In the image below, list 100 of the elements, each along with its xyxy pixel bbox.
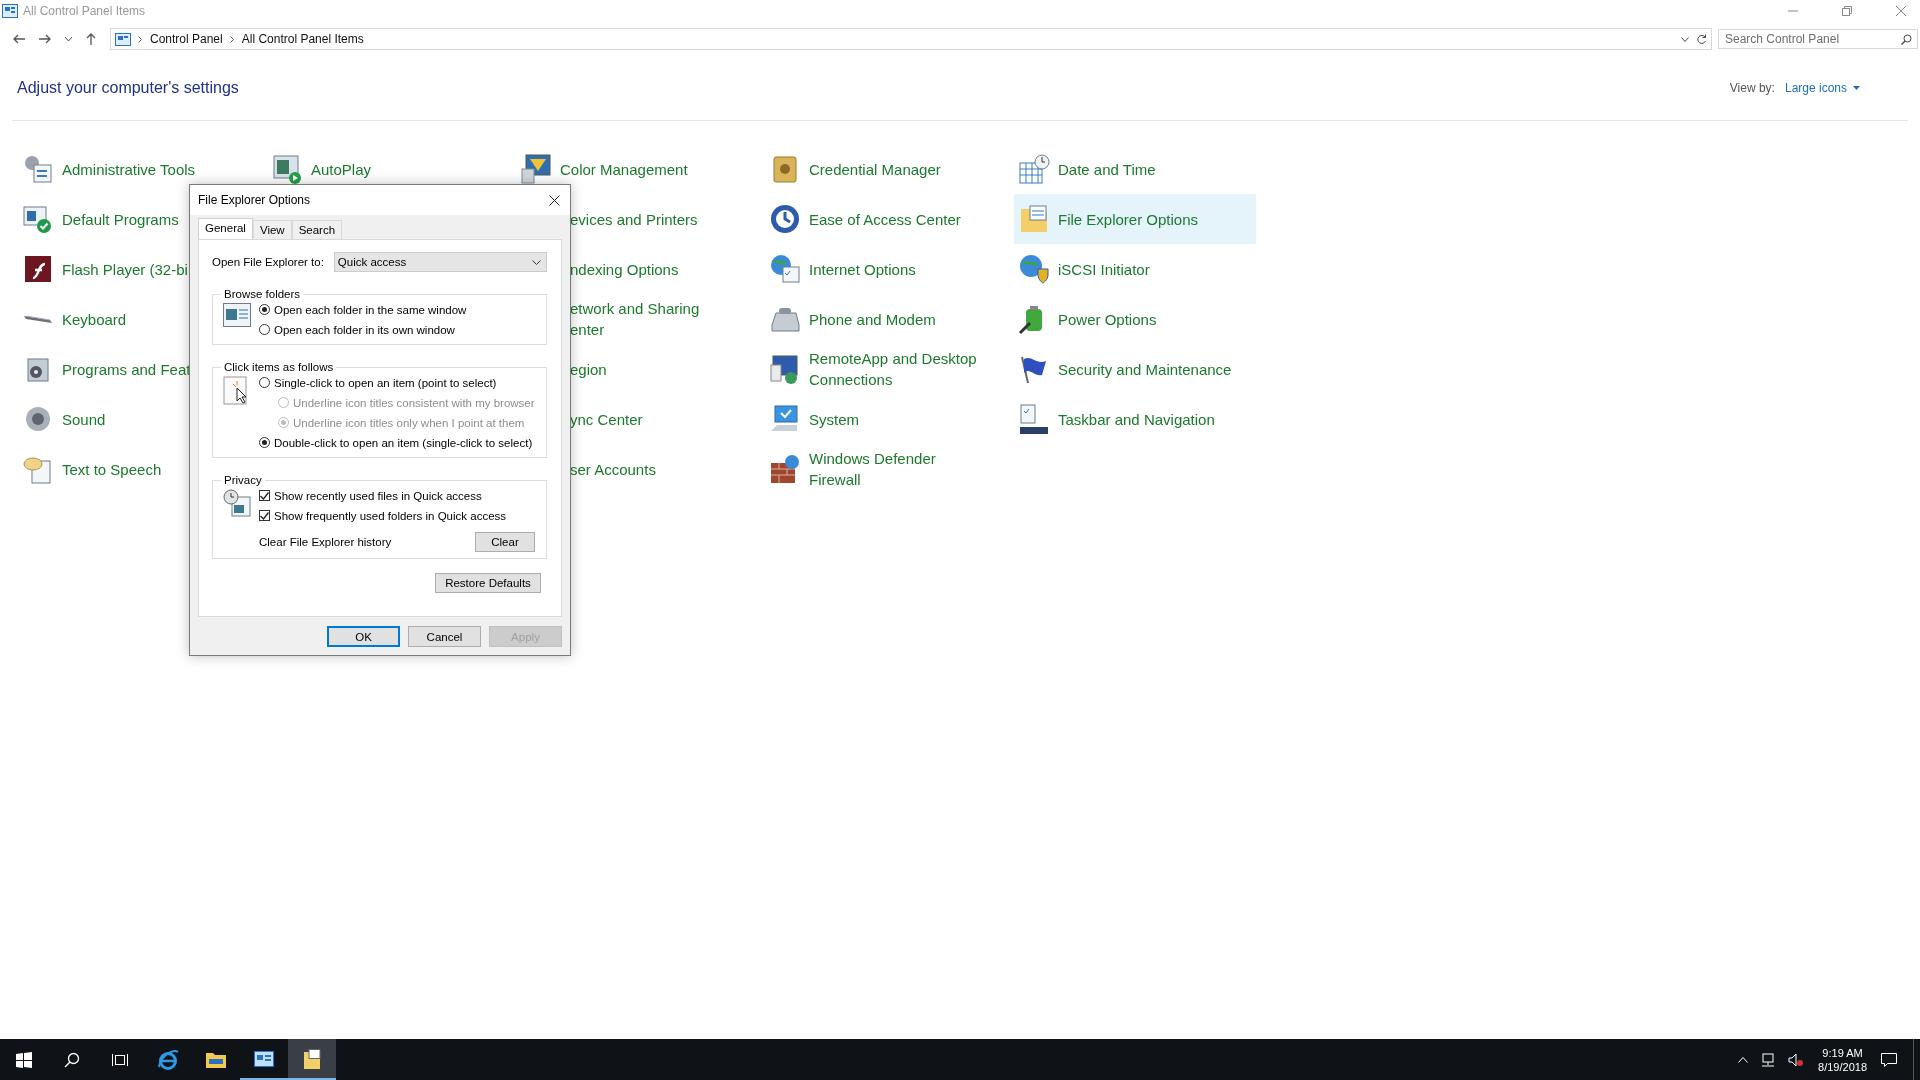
applet-link[interactable]: Default Programs bbox=[62, 208, 179, 230]
control-panel-icon bbox=[115, 32, 131, 46]
radio-option[interactable]: Open each folder in the same window bbox=[259, 301, 538, 318]
applet-item[interactable]: Administrative Tools bbox=[18, 144, 260, 194]
applet-item[interactable]: iSCSI Initiator bbox=[1014, 244, 1256, 294]
chevron-right-icon bbox=[138, 35, 143, 43]
applet-link[interactable]: Flash Player (32-bi bbox=[62, 258, 188, 280]
applet-link[interactable]: Color Management bbox=[560, 158, 688, 180]
up-icon[interactable] bbox=[86, 33, 96, 45]
checkbox-option[interactable]: Show recently used files in Quick access bbox=[259, 487, 538, 504]
applet-item[interactable]: Phone and Modem bbox=[765, 294, 1007, 344]
forward-icon[interactable] bbox=[39, 34, 51, 44]
applet-link[interactable]: Ease of Access Center bbox=[809, 208, 961, 230]
tab[interactable]: General bbox=[198, 218, 253, 239]
group-title: Privacy bbox=[223, 474, 263, 486]
taskbar-app[interactable] bbox=[288, 1039, 336, 1080]
applet-link[interactable]: Text to Speech bbox=[62, 458, 162, 480]
task-view-icon bbox=[112, 1052, 128, 1067]
applet-link[interactable]: Administrative Tools bbox=[62, 158, 196, 180]
tab[interactable]: View bbox=[252, 220, 292, 239]
folder-icon bbox=[1018, 203, 1050, 235]
applet-link[interactable]: Windows Defender Firewall bbox=[809, 448, 987, 490]
applet-item[interactable]: RemoteApp and Desktop Connections bbox=[765, 344, 1007, 394]
applet-item[interactable]: Power Options bbox=[1014, 294, 1256, 344]
address-bar[interactable]: Control Panel All Control Panel Items bbox=[110, 28, 1712, 50]
applet-link[interactable]: Taskbar and Navigation bbox=[1058, 408, 1215, 430]
applet-link[interactable]: Keyboard bbox=[62, 308, 127, 330]
applet-item[interactable]: Security and Maintenance bbox=[1014, 344, 1256, 394]
applet-item[interactable]: AutoPlay bbox=[267, 144, 509, 194]
applet-link[interactable]: Date and Time bbox=[1058, 158, 1156, 180]
keyboard-icon bbox=[22, 314, 54, 324]
applet-link[interactable]: RemoteApp and Desktop Connections bbox=[809, 348, 987, 390]
dropdown[interactable]: Quick access bbox=[333, 252, 547, 272]
applet-link[interactable]: egion bbox=[570, 358, 607, 380]
clock-date: 8/19/2018 bbox=[1818, 1059, 1867, 1074]
radio-option[interactable]: Single-click to open an item (point to select) bbox=[259, 374, 538, 391]
accessibility-icon bbox=[769, 203, 801, 235]
breadcrumb-item[interactable]: Control Panel bbox=[150, 32, 223, 46]
view-by-label: View by: bbox=[1729, 81, 1775, 95]
speaker-muted-icon[interactable] bbox=[1788, 1052, 1805, 1067]
applet-item[interactable]: Taskbar and Navigation bbox=[1014, 394, 1256, 444]
internet-explorer-icon bbox=[157, 1048, 179, 1071]
search-field[interactable]: Search Control Panel bbox=[1718, 29, 1918, 49]
applet-item[interactable]: Windows Defender Firewall bbox=[765, 444, 1007, 494]
applet-item[interactable]: Color Management bbox=[516, 144, 758, 194]
close-icon[interactable] bbox=[549, 194, 560, 206]
applet-link[interactable]: iSCSI Initiator bbox=[1058, 258, 1150, 280]
dialog-button[interactable]: Cancel bbox=[408, 626, 481, 647]
back-icon[interactable] bbox=[13, 34, 25, 44]
applet-item[interactable]: Internet Options bbox=[765, 244, 1007, 294]
applet-link[interactable]: Programs and Feat bbox=[62, 358, 191, 380]
applet-link[interactable]: System bbox=[809, 408, 859, 430]
group-title: Click items as follows bbox=[223, 361, 335, 373]
windows-logo-icon bbox=[16, 1051, 32, 1068]
refresh-icon[interactable] bbox=[1696, 33, 1707, 45]
applet-link[interactable]: ndexing Options bbox=[570, 258, 679, 280]
applet-item[interactable]: File Explorer Options bbox=[1014, 194, 1256, 244]
applet-link[interactable]: File Explorer Options bbox=[1058, 208, 1199, 230]
radio-option[interactable]: Open each folder in its own window bbox=[259, 321, 538, 338]
clock-document-icon bbox=[223, 489, 251, 517]
clear-button[interactable]: Clear bbox=[475, 532, 535, 552]
restore-defaults-button[interactable]: Restore Defaults bbox=[435, 573, 541, 593]
breadcrumb-item[interactable]: All Control Panel Items bbox=[241, 32, 364, 46]
globe-shield-icon bbox=[1018, 253, 1050, 285]
control-panel-icon bbox=[254, 1050, 274, 1067]
applet-item[interactable]: Credential Manager bbox=[765, 144, 1007, 194]
chevron-down-icon[interactable] bbox=[1681, 36, 1689, 42]
applet-link[interactable]: etwork and Sharing enter bbox=[570, 298, 720, 340]
notification-icon[interactable] bbox=[1881, 1052, 1897, 1067]
applet-link[interactable]: Phone and Modem bbox=[809, 308, 936, 330]
flash-icon bbox=[22, 253, 54, 285]
chevron-down-icon[interactable] bbox=[65, 36, 72, 42]
view-by-dropdown[interactable]: Large icons bbox=[1784, 81, 1860, 95]
group-title: Browse folders bbox=[223, 288, 302, 300]
dialog-title: File Explorer Options bbox=[198, 193, 311, 207]
applet-link[interactable]: Security and Maintenance bbox=[1058, 358, 1232, 380]
applet-link[interactable]: ync Center bbox=[570, 408, 643, 430]
checkmark-icon bbox=[260, 511, 269, 520]
applet-link[interactable]: Sound bbox=[62, 408, 106, 430]
tab[interactable]: Search bbox=[291, 220, 343, 239]
checkbox-option[interactable]: Show frequently used folders in Quick access bbox=[259, 507, 538, 524]
applet-link[interactable]: evices and Printers bbox=[570, 208, 698, 230]
network-icon[interactable] bbox=[1760, 1052, 1777, 1067]
radio-option[interactable]: Double-click to open an item (single-click to select) bbox=[259, 434, 538, 451]
restore-icon[interactable] bbox=[1842, 6, 1852, 16]
clock[interactable]: 9:19 AM 8/19/2018 bbox=[1818, 1045, 1867, 1074]
applet-item[interactable]: System bbox=[765, 394, 1007, 444]
chevron-up-icon[interactable] bbox=[1738, 1056, 1749, 1063]
dialog-button[interactable]: OK bbox=[327, 626, 400, 647]
applet-link[interactable]: Power Options bbox=[1058, 308, 1157, 330]
applet-item[interactable]: Ease of Access Center bbox=[765, 194, 1007, 244]
applet-link[interactable]: ser Accounts bbox=[570, 458, 656, 480]
applet-link[interactable]: Internet Options bbox=[809, 258, 916, 280]
applet-item[interactable]: Sound bbox=[18, 394, 260, 444]
applet-link[interactable]: AutoPlay bbox=[311, 158, 372, 180]
search-icon bbox=[64, 1051, 80, 1068]
clear-history-label: Clear File Explorer history bbox=[259, 536, 392, 548]
applet-item[interactable]: Date and Time bbox=[1014, 144, 1256, 194]
applet-link[interactable]: Credential Manager bbox=[809, 158, 941, 180]
window-title: All Control Panel Items bbox=[23, 4, 146, 18]
